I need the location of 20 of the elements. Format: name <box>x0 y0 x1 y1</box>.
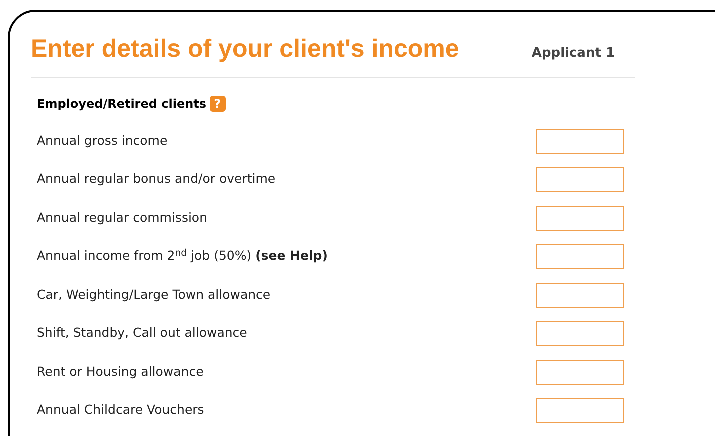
field-label: Annual gross income <box>37 132 168 150</box>
field-label: Rent or Housing allowance <box>37 362 204 381</box>
input-field[interactable] <box>536 244 624 270</box>
field-label: Annual Childcare Vouchers <box>37 401 204 420</box>
field-label: Car, Weighting/Large Town allowance <box>37 286 271 304</box>
field-label: Shift, Standby, Call out allowance <box>37 324 248 342</box>
input-field[interactable] <box>536 398 624 424</box>
input-field[interactable] <box>536 206 624 231</box>
field-label: Annual income from 2$^{nd}$ job (50%) (see Help) <box>37 247 328 266</box>
input-field[interactable] <box>536 282 624 308</box>
input-field[interactable] <box>536 360 624 385</box>
column-heading: Applicant 1 <box>532 44 615 62</box>
help-icon[interactable]: ? <box>210 96 226 112</box>
field-label: Annual regular commission <box>37 208 208 227</box>
form-title: Enter details of your client's income <box>31 34 460 64</box>
input-field[interactable] <box>536 167 624 192</box>
input-field[interactable] <box>536 321 624 346</box>
section-heading: Employed/Retired clients <box>37 96 207 113</box>
input-field[interactable] <box>536 128 624 154</box>
field-label: Annual regular bonus and/or overtime <box>37 170 276 188</box>
